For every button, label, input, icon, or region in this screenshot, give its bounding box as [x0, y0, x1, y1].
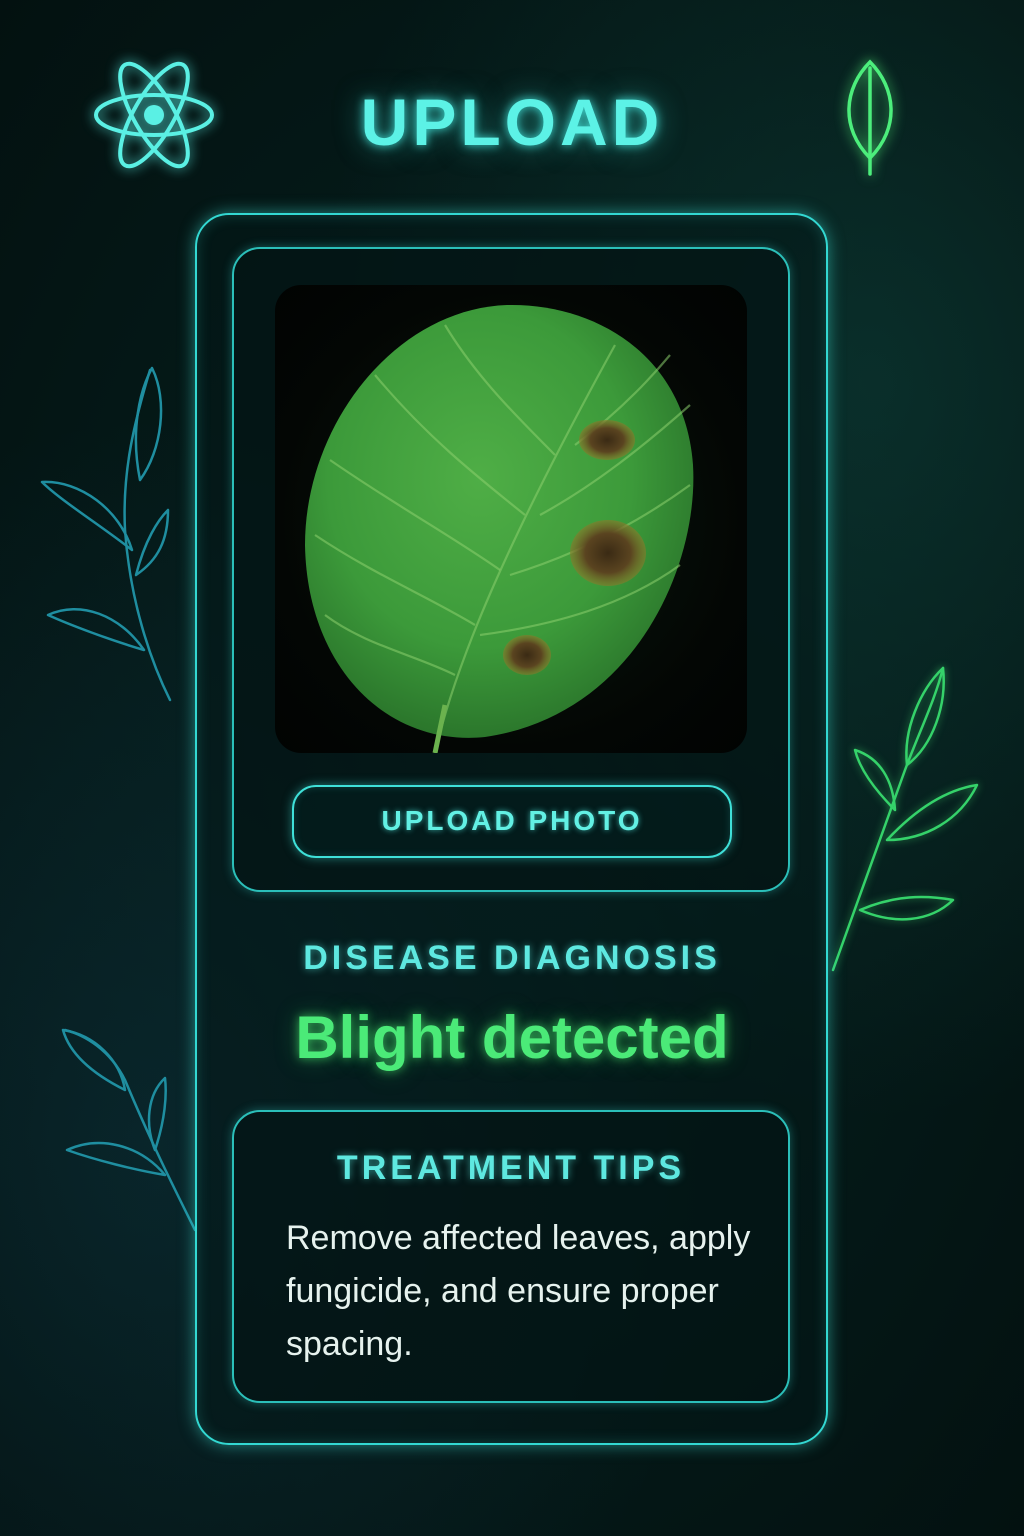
upload-photo-button[interactable]: UPLOAD PHOTO — [292, 785, 732, 858]
decorative-branch-icon — [40, 360, 190, 710]
diagnosis-result: Blight detected — [295, 1004, 729, 1071]
decorative-branch-icon — [825, 660, 985, 980]
treatment-text: Remove affected leaves, apply fungicide,… — [286, 1219, 751, 1363]
leaf-photo — [275, 285, 747, 753]
diagnosis-heading: DISEASE DIAGNOSIS — [303, 939, 721, 977]
atom-icon — [90, 60, 218, 170]
decorative-branch-icon — [55, 1020, 205, 1235]
leaf-icon — [838, 58, 902, 178]
page-title: UPLOAD — [360, 85, 664, 159]
treatment-heading: TREATMENT TIPS — [336, 1149, 686, 1187]
